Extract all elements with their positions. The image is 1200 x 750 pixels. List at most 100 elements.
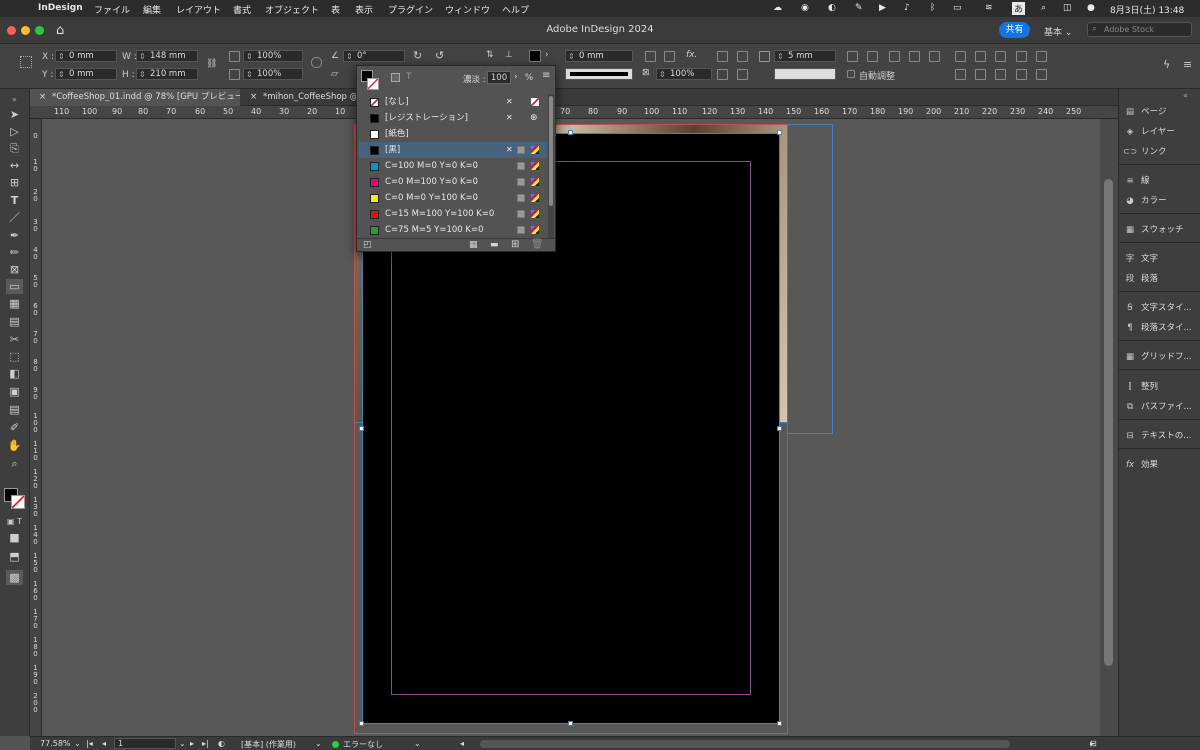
- type-tool-icon[interactable]: T: [6, 193, 23, 208]
- pen-tool-icon[interactable]: ✒: [6, 228, 23, 243]
- panel-character-styles[interactable]: Ꞩ 文字スタイ...: [1123, 300, 1199, 316]
- scale-x-field[interactable]: 100%: [243, 50, 303, 62]
- vertical-scrollbar[interactable]: [1100, 119, 1118, 736]
- panel-menu-icon[interactable]: ≡: [1183, 58, 1192, 71]
- hand-tool-icon[interactable]: ✋: [6, 438, 23, 453]
- status-icon[interactable]: ◐: [828, 3, 836, 13]
- cloud-icon[interactable]: ☁: [773, 3, 782, 13]
- horizontal-scrollbar[interactable]: [480, 740, 1010, 748]
- menu-view[interactable]: 表示: [355, 3, 373, 16]
- preflight-status[interactable]: エラーなし: [343, 739, 383, 750]
- previous-page-icon[interactable]: ◂: [102, 739, 106, 748]
- wifi-icon[interactable]: ≋: [985, 3, 993, 13]
- distribute-space-v-icon[interactable]: [975, 69, 986, 80]
- workspace-switcher[interactable]: 基本 ⌄: [1044, 25, 1072, 38]
- swatch-row[interactable]: C=100 M=0 Y=0 K=0: [359, 158, 547, 174]
- eyedropper-tool-icon[interactable]: ✐: [6, 420, 23, 435]
- fx-icon[interactable]: fx.: [686, 50, 697, 60]
- panel-character[interactable]: 字文字: [1123, 251, 1199, 267]
- distribute-v-icon[interactable]: [1036, 69, 1047, 80]
- page-dropdown-icon[interactable]: ⌄: [179, 739, 186, 748]
- swatch-row[interactable]: C=75 M=5 Y=100 K=0: [359, 222, 547, 238]
- distribute-left-icon[interactable]: [955, 51, 966, 62]
- distribute-bottom-icon[interactable]: [995, 69, 1006, 80]
- menu-edit[interactable]: 編集: [143, 3, 161, 16]
- close-tab-icon[interactable]: ×: [39, 89, 46, 106]
- corner-icon[interactable]: [664, 51, 675, 62]
- stroke-align-icon[interactable]: [645, 51, 656, 62]
- swatch-row[interactable]: C=15 M=100 Y=100 K=0: [359, 206, 547, 222]
- panel-layers[interactable]: ◈ レイヤー: [1123, 124, 1199, 140]
- x-field[interactable]: 0 mm: [55, 50, 117, 62]
- tab-mihon[interactable]: × *mihon_CoffeeShop @ 7: [241, 89, 356, 106]
- new-color-group-icon[interactable]: ▦: [469, 240, 478, 250]
- pen-status-icon[interactable]: ✎: [855, 3, 863, 13]
- panel-effects[interactable]: fx 効果: [1123, 457, 1199, 473]
- menu-object[interactable]: オブジェクト: [265, 3, 319, 16]
- align-right-icon[interactable]: [889, 51, 900, 62]
- stroke-type-select[interactable]: [565, 68, 633, 80]
- swatch-list-scrollbar[interactable]: [548, 94, 554, 238]
- creative-cloud-icon[interactable]: ◉: [801, 3, 809, 13]
- distribute-center-icon[interactable]: [975, 51, 986, 62]
- align-top-icon[interactable]: [909, 51, 920, 62]
- fill-swatch[interactable]: [529, 50, 541, 62]
- rectangle-frame-tool-icon[interactable]: ⊠: [6, 262, 23, 277]
- stroke-weight-field[interactable]: 0 mm: [565, 50, 633, 62]
- distribute-right-icon[interactable]: [995, 51, 1006, 62]
- panel-text-wrap[interactable]: ⊟ テキストの...: [1123, 428, 1199, 444]
- constrain-proportions-icon[interactable]: ⛓: [206, 59, 217, 69]
- tab-coffeeshop[interactable]: × *CoffeeShop_01.indd @ 78% [GPU プレビュー]: [30, 89, 240, 106]
- fill-menu-arrow-icon[interactable]: ›: [545, 50, 549, 60]
- new-swatch-icon[interactable]: ⊞: [511, 239, 519, 250]
- grid-tool-icon[interactable]: ▤: [6, 314, 23, 329]
- battery-icon[interactable]: ▭: [953, 3, 962, 13]
- direct-selection-tool-icon[interactable]: ▷: [6, 124, 23, 139]
- collapse-toolbar-icon[interactable]: »: [6, 92, 23, 107]
- resize-handle[interactable]: [777, 426, 782, 431]
- menu-help[interactable]: ヘルプ: [502, 3, 529, 16]
- fit-frame-icon[interactable]: [717, 69, 728, 80]
- stroke-color-swatch[interactable]: [11, 495, 25, 509]
- rotate-ccw-icon[interactable]: ↺: [435, 49, 444, 62]
- swatch-row-selected[interactable]: [黒] ✕: [359, 142, 547, 158]
- swatch-row[interactable]: C=0 M=0 Y=100 K=0: [359, 190, 547, 206]
- align-middle-icon[interactable]: [929, 51, 940, 62]
- rotate-cw-icon[interactable]: ↻: [413, 49, 422, 62]
- stock-search-field[interactable]: ⌕ Adobe Stock: [1087, 22, 1192, 37]
- swatch-row[interactable]: C=0 M=100 Y=0 K=0: [359, 174, 547, 190]
- text-format-icon[interactable]: T: [406, 72, 412, 82]
- panel-grid-format[interactable]: ▦ グリッドフ...: [1123, 349, 1199, 365]
- note-tool-icon[interactable]: ▤: [6, 402, 23, 417]
- share-button[interactable]: 共有: [999, 22, 1030, 38]
- siri-icon[interactable]: ●: [1087, 3, 1095, 13]
- gap-tool-icon[interactable]: [759, 51, 770, 62]
- pasteboard[interactable]: [42, 119, 1100, 736]
- pencil-tool-icon[interactable]: ✏: [6, 245, 23, 260]
- distribute-h-icon[interactable]: [1016, 69, 1027, 80]
- swatch-row[interactable]: [紙色]: [359, 126, 547, 142]
- auto-fit-checkbox[interactable]: [847, 70, 855, 78]
- last-page-icon[interactable]: ▸|: [202, 739, 209, 748]
- text-align-icon[interactable]: [737, 51, 748, 62]
- trash-icon[interactable]: 🗑: [531, 239, 544, 250]
- folder-icon[interactable]: ▬: [490, 240, 499, 250]
- zoom-tool-icon[interactable]: ⌕: [6, 456, 23, 471]
- spacing-field[interactable]: 5 mm: [774, 50, 836, 62]
- fit-content-icon[interactable]: [737, 69, 748, 80]
- panel-paragraph[interactable]: 段段落: [1123, 271, 1199, 287]
- width-field[interactable]: 148 mm: [136, 50, 198, 62]
- preflight-dropdown-icon[interactable]: ⌄: [414, 739, 421, 748]
- volume-icon[interactable]: ♪: [904, 3, 910, 13]
- zoom-level[interactable]: 77.58%: [40, 739, 71, 748]
- gradient-feather-tool-icon[interactable]: ▣: [6, 384, 23, 399]
- menu-layout[interactable]: レイアウト: [176, 3, 221, 16]
- play-icon[interactable]: ▶: [879, 3, 886, 13]
- ime-indicator[interactable]: あ: [1012, 2, 1026, 15]
- scrollbar-thumb[interactable]: [1104, 179, 1113, 666]
- distribute-icon[interactable]: ⊥: [505, 50, 513, 60]
- distribute-space-h-icon[interactable]: [955, 69, 966, 80]
- scroll-left-icon[interactable]: ◂: [460, 739, 464, 748]
- menu-plugins[interactable]: プラグイン: [388, 3, 433, 16]
- swatch-row[interactable]: [レジストレーション] ✕ ⊕: [359, 110, 547, 126]
